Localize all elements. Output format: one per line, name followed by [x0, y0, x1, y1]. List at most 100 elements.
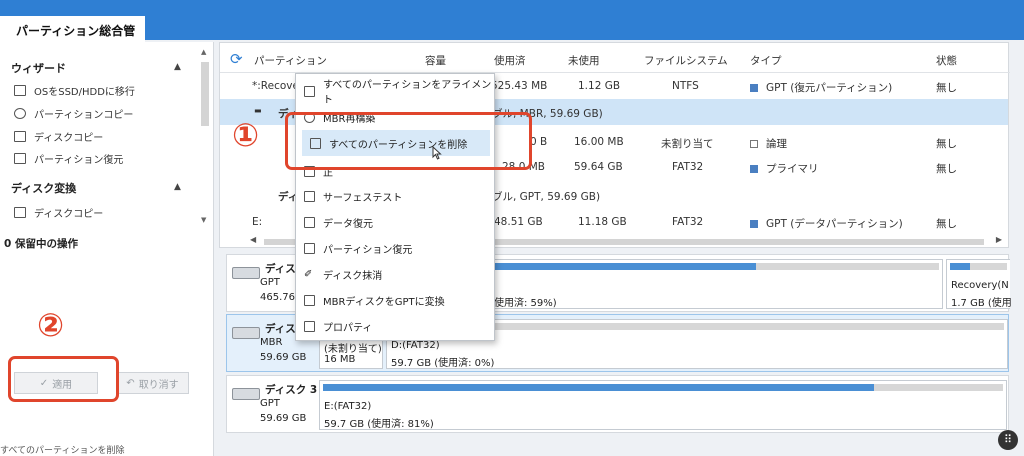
more-options-icon[interactable]: ⠿ [998, 430, 1018, 450]
menu-item-label: サーフェステスト [323, 192, 403, 204]
hard-disk-icon [232, 327, 260, 339]
properties-icon [304, 320, 315, 332]
cell-partition: E: [252, 216, 263, 228]
menu-item-properties[interactable]: プロパティ [296, 313, 494, 339]
chevron-up-icon[interactable]: ▲ [174, 182, 181, 192]
menu-item-align-all[interactable]: すべてのパーティションをアライメント [296, 78, 494, 106]
type-color-icon [750, 220, 758, 228]
partition-recovery-icon [304, 242, 315, 254]
sidebar-item-label: パーティション復元 [34, 154, 124, 166]
cell-type: GPT (復元パーティション) [750, 80, 892, 95]
usage-bar [950, 263, 1007, 270]
cell-type: プライマリ [750, 161, 819, 176]
partition-block[interactable]: 使用済: 59%) [489, 259, 943, 309]
partition-label: Recovery(N [951, 280, 1009, 291]
menu-item-wipe-disk[interactable]: ✐ ディスク抹消 [296, 261, 494, 287]
col-partition[interactable]: パーティション [254, 53, 327, 68]
cell-unused: 11.18 GB [578, 216, 627, 228]
cell-status: 無し [936, 218, 957, 230]
step-1-annotation: ① [232, 116, 260, 154]
disk-name: ディスク 3 [265, 384, 318, 396]
sidebar-item-label: パーティションコピー [34, 109, 134, 121]
usage-fill [493, 263, 757, 270]
tab-partition-management[interactable]: パーティション総合管理 [0, 16, 145, 55]
cell-filesystem: NTFS [672, 80, 699, 92]
disk-size: 465.76 [260, 292, 295, 303]
partition-size: 1.7 GB (使用 [951, 298, 1012, 309]
scroll-up-icon[interactable]: ▲ [201, 48, 206, 56]
partition-block-recovery[interactable]: Recovery(N 1.7 GB (使用 [946, 259, 1012, 309]
type-color-icon [750, 84, 758, 92]
usage-bar [493, 263, 939, 270]
partition-recovery-icon [14, 152, 26, 164]
usage-bar [323, 384, 1003, 391]
step-1-highlight [285, 112, 532, 170]
disk-size: 59.69 GB [260, 352, 307, 363]
disk-type: GPT [260, 398, 280, 409]
menu-item-partition-recovery[interactable]: パーティション復元 [296, 235, 494, 261]
cell-used: 0 B [530, 136, 548, 148]
sidebar-item-disk-copy-2[interactable]: ディスクコピー [14, 204, 103, 220]
step-2-annotation: ② [37, 306, 65, 344]
cell-used: 48.51 GB [494, 216, 543, 228]
chevron-up-icon[interactable]: ▲ [174, 62, 181, 72]
usage-fill [323, 384, 874, 391]
disk-panel-3[interactable]: ディスク 3 GPT 59.69 GB E:(FAT32) 59.7 GB (使… [226, 375, 1009, 433]
col-unused[interactable]: 未使用 [568, 53, 600, 68]
disk-icon: ▬ [254, 106, 262, 115]
scroll-left-icon[interactable]: ◀ [250, 235, 256, 244]
convert-icon [304, 294, 315, 306]
partition-label: E:(FAT32) [324, 401, 372, 412]
cell-unused: 1.12 GB [578, 80, 621, 92]
wizard-title: ウィザード [11, 62, 66, 75]
menu-item-label: MBRディスクをGPTに変換 [323, 296, 445, 308]
pending-operations: 0 保留中の操作 [4, 238, 78, 250]
menu-item-data-recovery[interactable]: データ復元 [296, 209, 494, 235]
disk-convert-title: ディスク変換 [11, 182, 77, 195]
type-color-icon [750, 165, 758, 173]
disk-type: GPT [260, 277, 280, 288]
col-type[interactable]: タイプ [750, 53, 782, 68]
scroll-thumb[interactable] [201, 62, 209, 126]
col-filesystem[interactable]: ファイルシステム [644, 53, 728, 68]
cell-type-text: 論理 [766, 138, 787, 150]
menu-item-label: すべてのパーティションをアライメント [323, 80, 492, 106]
partition-usage: 使用済: 59%) [494, 298, 557, 309]
col-capacity[interactable]: 容量 [425, 53, 446, 68]
align-icon [304, 85, 315, 97]
col-status[interactable]: 状態 [936, 53, 957, 68]
menu-item-surface-test[interactable]: サーフェステスト [296, 183, 494, 209]
partition-copy-icon [14, 107, 26, 119]
sidebar-item-disk-copy[interactable]: ディスクコピー [14, 128, 103, 144]
undo-button[interactable]: ↶ 取り消す [116, 372, 189, 394]
usage-fill [950, 263, 970, 270]
menu-item-label: パーティション復元 [323, 244, 413, 256]
eraser-icon: ✐ [304, 268, 313, 280]
cell-filesystem: FAT32 [672, 216, 704, 228]
migrate-icon [14, 84, 26, 96]
undo-label: 取り消す [138, 379, 179, 391]
menu-item-label: データ復元 [323, 218, 373, 230]
partition-block-e[interactable]: E:(FAT32) 59.7 GB (使用済: 81%) [319, 380, 1007, 430]
cell-type-text: GPT (データパーティション) [766, 218, 903, 230]
title-bar [0, 0, 1024, 40]
scroll-down-icon[interactable]: ▼ [201, 216, 206, 224]
scroll-right-icon[interactable]: ▶ [996, 235, 1002, 244]
disk-type: MBR [260, 337, 283, 348]
partition-usage: 59.7 GB (使用済: 0%) [391, 358, 495, 369]
sidebar-item-partition-recovery[interactable]: パーティション復元 [14, 150, 123, 166]
cell-disk-summary: ブル, GPT, 59.69 GB) [492, 191, 601, 203]
mouse-cursor-icon [432, 146, 442, 160]
menu-item-label: ディスク抹消 [323, 270, 383, 282]
sidebar-item-partition-copy[interactable]: パーティションコピー [14, 105, 133, 121]
refresh-icon[interactable]: ⟳ [230, 50, 243, 68]
cell-filesystem: 未割り当て [661, 138, 714, 150]
cell-type: 論理 [750, 136, 787, 151]
menu-item-convert-mbr-gpt[interactable]: MBRディスクをGPTに変換 [296, 287, 494, 313]
sidebar-item-migrate-os[interactable]: OSをSSD/HDDに移行 [14, 82, 135, 98]
partition-usage: 59.7 GB (使用済: 81%) [324, 419, 434, 430]
sidebar-scrollbar[interactable]: ▲ ▼ [199, 48, 211, 224]
col-used[interactable]: 使用済 [494, 53, 526, 68]
disk-copy-icon [14, 130, 26, 142]
cell-status: 無し [936, 163, 957, 175]
